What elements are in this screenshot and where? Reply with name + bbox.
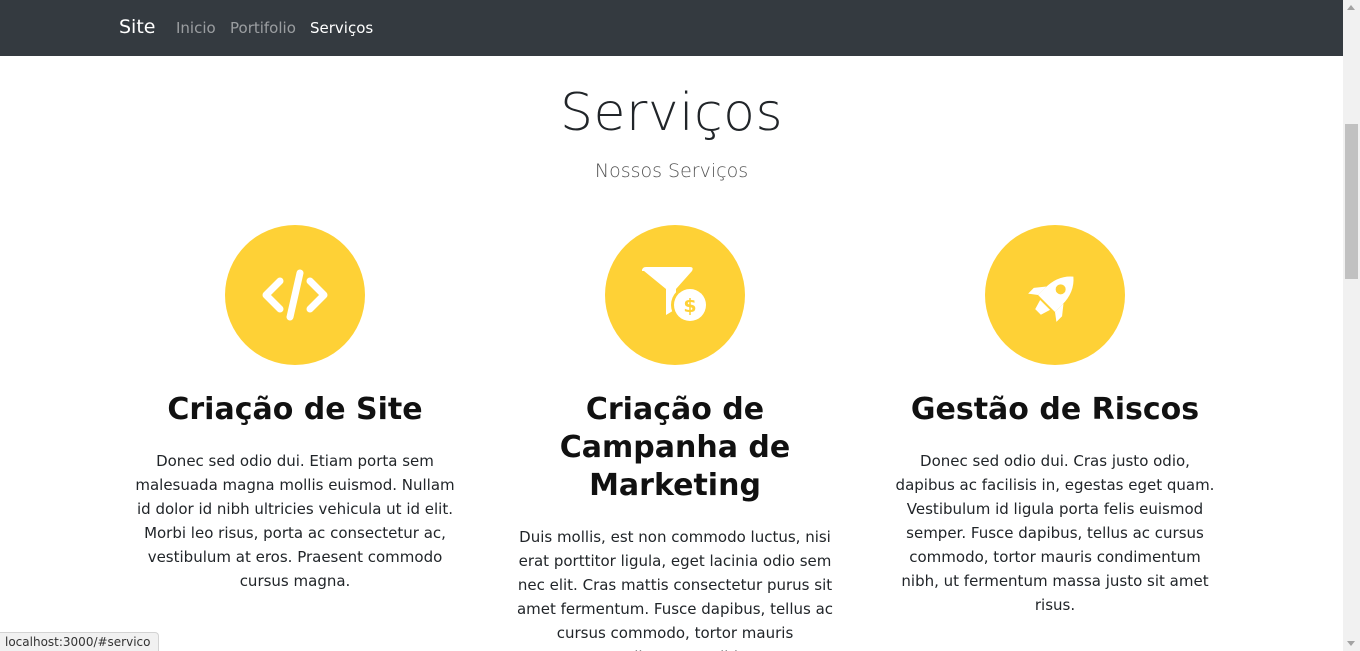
service-text: Donec sed odio dui. Etiam porta sem male… xyxy=(135,452,455,590)
scroll-up-arrow-icon[interactable] xyxy=(1347,5,1355,10)
rocket-icon xyxy=(1028,276,1074,322)
service-heading: Gestão de Riscos xyxy=(910,392,1200,427)
nav-link-inicio[interactable]: Inicio xyxy=(176,19,216,37)
service-heading: Criação de Site xyxy=(167,392,423,427)
funnel-dollar-icon: $ xyxy=(642,267,709,324)
service-item-riscos: Gestão de Riscos Donec sed odio dui. Cra… xyxy=(875,225,1235,617)
service-icon-circle xyxy=(985,225,1125,365)
service-text: Duis mollis, est non commodo luctus, nis… xyxy=(516,528,834,651)
service-item-marketing: $ Criação de Campanha de Marketing Duis … xyxy=(495,225,855,651)
service-item-site: Criação de Site Donec sed odio dui. Etia… xyxy=(115,225,475,593)
service-icon-circle: $ xyxy=(605,225,745,365)
nav-link-portifolio[interactable]: Portifolio xyxy=(230,19,296,37)
scroll-thumb[interactable] xyxy=(1345,124,1358,279)
nav-link-servicos[interactable]: Serviços xyxy=(310,19,373,37)
vertical-scrollbar[interactable] xyxy=(1343,0,1360,651)
service-icon-circle xyxy=(225,225,365,365)
brand-link[interactable]: Site xyxy=(119,16,155,38)
status-bar-url: localhost:3000/#servico xyxy=(0,632,159,651)
section-title: Serviços xyxy=(559,83,784,143)
service-text: Donec sed odio dui. Cras justo odio, dap… xyxy=(895,452,1215,614)
svg-text:$: $ xyxy=(683,295,696,317)
service-heading: Criação de Campanha de Marketing xyxy=(559,392,791,503)
section-subtitle: Nossos Serviços xyxy=(594,160,749,182)
top-navbar: Site Inicio Portifolio Serviços xyxy=(0,0,1343,56)
code-icon xyxy=(262,269,328,321)
scroll-down-arrow-icon[interactable] xyxy=(1347,641,1355,646)
